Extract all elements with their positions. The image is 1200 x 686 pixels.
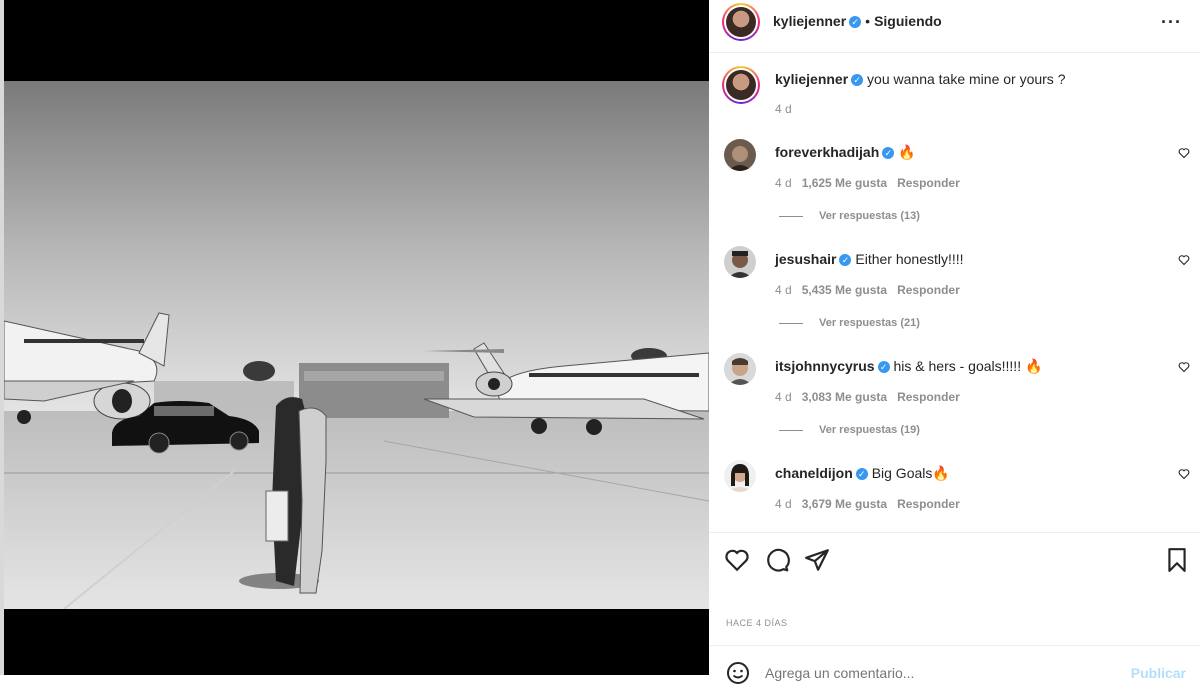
comment-time[interactable]: 4 d [775,283,792,297]
commenter-avatar[interactable] [724,353,756,385]
comment-likes[interactable]: 5,435 Me gusta [802,283,887,297]
action-bar [709,532,1200,593]
commenter-avatar[interactable] [724,246,756,278]
caption-text: you wanna take mine or yours ? [867,71,1066,87]
comment-time[interactable]: 4 d [775,497,792,511]
comment-text: Either honestly!!!! [855,251,964,267]
author-username[interactable]: kyliejenner [773,13,846,29]
verified-icon: ✓ [849,15,862,28]
comment-text: Big Goals🔥 [871,465,950,481]
view-replies-button[interactable]: Ver respuestas (21) [779,317,920,329]
add-comment-bar: Publicar [709,645,1200,686]
like-heart-icon[interactable] [1178,361,1190,373]
reply-button[interactable]: Responder [897,283,960,297]
comment-time[interactable]: 4 d [775,390,792,404]
comment-time[interactable]: 4 d [775,176,792,190]
verified-icon: ✓ [839,254,852,267]
comment-item: itsjohnnycyrus ✓ his & hers - goals!!!!! … [724,353,1190,443]
view-replies-button[interactable]: Ver respuestas (19) [779,424,920,436]
publish-button[interactable]: Publicar [1131,665,1186,681]
comment-likes[interactable]: 1,625 Me gusta [802,176,887,190]
verified-icon: ✓ [882,147,895,160]
comment-bubble-icon[interactable] [764,547,790,573]
reply-button[interactable]: Responder [897,176,960,190]
caption-avatar[interactable] [722,66,760,104]
ellipsis-icon[interactable]: ··· [1161,12,1182,33]
emoji-icon[interactable] [726,661,750,685]
comment-likes[interactable]: 3,083 Me gusta [802,390,887,404]
comment-username[interactable]: itsjohnnycyrus [775,358,875,374]
like-heart-icon[interactable] [1178,468,1190,480]
post-header: kyliejenner ✓ • Siguiendo ··· [709,0,1200,53]
bookmark-icon[interactable] [1164,547,1190,573]
separator-dot: • [865,13,871,29]
like-heart-icon[interactable] [724,547,750,573]
comment-username[interactable]: jesushair [775,251,836,267]
comment-likes[interactable]: 3,679 Me gusta [802,497,887,511]
commenter-avatar[interactable] [724,460,756,492]
post-timestamp[interactable]: HACE 4 DÍAS [726,618,788,628]
comment-text: his & hers - goals!!!!! 🔥 [893,358,1043,374]
following-button[interactable]: Siguiendo [874,13,942,29]
caption-text-row: kyliejenner ✓ you wanna take mine or your… [775,71,1066,87]
verified-icon: ✓ [851,74,864,87]
caption-username[interactable]: kyliejenner [775,71,848,87]
commenter-avatar[interactable] [724,139,756,171]
share-send-icon[interactable] [804,547,830,573]
verified-icon: ✓ [877,361,890,374]
post-sidebar: kyliejenner ✓ • Siguiendo ··· kyliejenner ✓ … [709,0,1200,684]
post-photo [4,81,709,609]
caption-time[interactable]: 4 d [775,102,792,116]
comment-item: foreverkhadijah ✓ 🔥 4 d 1,625 Me gusta Resp… [724,139,1190,229]
comment-text: 🔥 [898,144,916,160]
view-replies-button[interactable]: Ver respuestas (13) [779,210,920,222]
comment-item: jesushair ✓ Either honestly!!!! 4 d 5,435 … [724,246,1190,336]
comment-username[interactable]: foreverkhadijah [775,144,879,160]
like-heart-icon[interactable] [1178,254,1190,266]
author-avatar[interactable] [722,3,760,41]
like-heart-icon[interactable] [1178,147,1190,159]
comment-username[interactable]: chaneldijon [775,465,853,481]
reply-button[interactable]: Responder [897,497,960,511]
post-media[interactable] [4,0,709,675]
reply-button[interactable]: Responder [897,390,960,404]
verified-icon: ✓ [855,468,868,481]
comment-input[interactable] [765,665,1065,681]
